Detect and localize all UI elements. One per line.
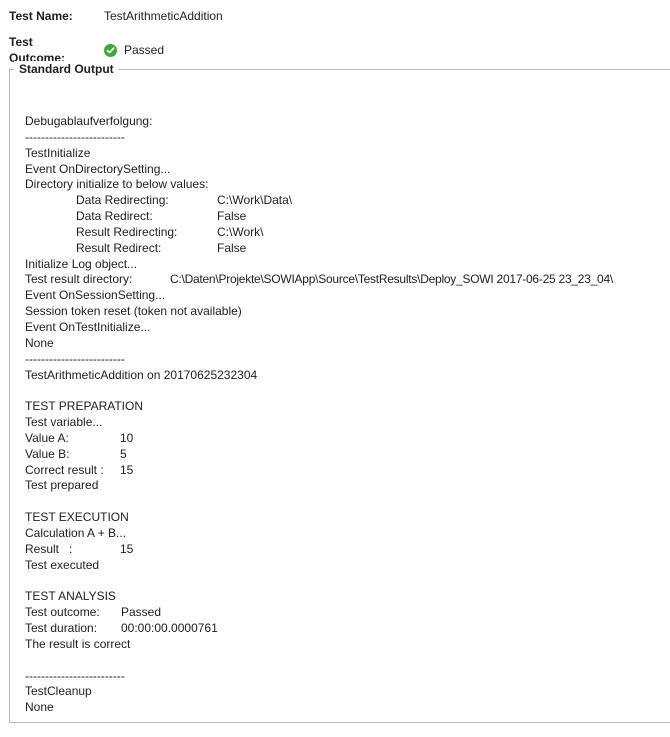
output-line: ------------------------- [25, 669, 257, 685]
none-text: None [25, 335, 54, 350]
output-line: Test prepared [25, 478, 257, 494]
test-outcome-value-wrapper: Passed [104, 42, 164, 58]
event-directory-setting: Event OnDirectorySetting... [25, 161, 171, 176]
test-cleanup: TestCleanup [25, 684, 92, 699]
output-line: TEST ANALYSIS [25, 589, 257, 605]
output-line: TestArithmeticAddition on 20170625232304 [25, 368, 257, 384]
output-line: Test variable... [25, 415, 257, 431]
correct-result-label: Correct result : [25, 462, 104, 477]
none-text: None [25, 700, 54, 715]
separator: ------------------------- [25, 668, 125, 683]
session-token-reset: Session token reset (token not available… [25, 304, 242, 319]
result-label: Result : [25, 541, 73, 556]
output-line: The result is correct [25, 637, 257, 653]
separator: ------------------------- [25, 351, 125, 366]
result-correct: The result is correct [25, 636, 131, 651]
output-line: Value A: 10 [25, 431, 257, 447]
output-line: ------------------------- [25, 130, 257, 146]
directory-initialize: Directory initialize to below values: [25, 177, 209, 192]
test-name-value: TestArithmeticAddition [104, 9, 223, 23]
data-redirecting-label: Data Redirecting: [76, 193, 169, 208]
test-outcome-output-value: Passed [121, 605, 162, 620]
output-line: Calculation A + B... [25, 526, 257, 542]
event-test-initialize: Event OnTestInitialize... [25, 319, 151, 334]
test-result-directory-value: C:\Daten\Projekte\SOWIApp\Source\TestRes… [170, 272, 613, 287]
output-line: Debugablaufverfolgung: [25, 114, 257, 130]
test-initialize: TestInitialize [25, 145, 91, 160]
output-line: Test duration: 00:00:00.0000761 [25, 621, 257, 637]
test-outcome-output-label: Test outcome: [25, 605, 100, 620]
output-line: Event OnSessionSetting... [25, 288, 257, 304]
debug-heading: Debugablaufverfolgung: [25, 114, 153, 128]
test-duration-label: Test duration: [25, 621, 98, 635]
output-line: Data Redirecting: C:\Work\Data\ [25, 193, 292, 209]
output-line: Test executed [25, 558, 257, 574]
result-redirect-label: Result Redirect: [76, 240, 162, 255]
test-outcome-value: Passed [124, 43, 165, 57]
calculation: Calculation A + B... [25, 525, 127, 540]
output-line: Test result directory: C:\Daten\Projekte… [25, 272, 613, 288]
result-value: 15 [120, 541, 134, 556]
value-a: 10 [120, 430, 134, 445]
value-b: 5 [120, 446, 127, 461]
output-line: Directory initialize to below values: [25, 177, 257, 193]
test-executed: Test executed [25, 557, 100, 572]
output-line: Correct result : 15 [25, 463, 257, 479]
value-a-label: Value A: [25, 430, 69, 445]
test-name-label: Test Name: [9, 9, 73, 23]
test-name-row: Test Name: TestArithmeticAddition [9, 8, 223, 24]
output-line: Test outcome: Passed [25, 605, 257, 621]
test-variable: Test variable... [25, 415, 103, 430]
output-line: TestInitialize [25, 146, 257, 162]
value-b-label: Value B: [25, 446, 70, 461]
separator: ------------------------- [25, 129, 125, 144]
output-line: Data Redirect: False [25, 209, 257, 225]
output-line: Result Redirecting: C:\Work\ [25, 224, 263, 241]
test-run-heading: TestArithmeticAddition on 20170625232304 [25, 367, 258, 382]
check-circle-icon [104, 43, 117, 57]
output-line: None [25, 700, 257, 716]
output-line: Session token reset (token not available… [25, 304, 257, 320]
test-execution-heading: TEST EXECUTION [25, 510, 129, 525]
test-preparation-heading: TEST PREPARATION [25, 399, 144, 414]
output-line: Initialize Log object... [25, 257, 257, 273]
output-line: Value B: 5 [25, 447, 257, 463]
test-duration-value: 00:00:00.0000761 [121, 621, 218, 635]
result-redirecting-value: C:\Work\ [217, 224, 264, 239]
correct-result: 15 [120, 462, 134, 477]
output-line: TEST EXECUTION [25, 510, 257, 526]
output-line: Event OnTestInitialize... [25, 320, 257, 336]
standard-output-title: Standard Output [14, 61, 119, 77]
output-line: TestCleanup [25, 684, 257, 700]
event-session-setting: Event OnSessionSetting... [25, 288, 166, 303]
output-line: None [25, 336, 257, 352]
test-prepared: Test prepared [25, 478, 99, 493]
test-analysis-heading: TEST ANALYSIS [25, 589, 116, 604]
result-redirect-value: False [217, 240, 247, 255]
output-line: TEST PREPARATION [25, 399, 257, 415]
data-redirect-value: False [217, 209, 247, 224]
output-line: ------------------------- [25, 352, 257, 368]
output-line: Event OnDirectorySetting... [25, 162, 257, 178]
data-redirecting-value: C:\Work\Data\ [217, 193, 293, 208]
output-line: Result : 15 [25, 542, 257, 558]
result-redirecting-label: Result Redirecting: [76, 224, 178, 239]
test-result-directory-label: Test result directory: [25, 272, 133, 287]
data-redirect-label: Data Redirect: [76, 209, 153, 224]
standard-output-text: Debugablaufverfolgung: -----------------… [25, 114, 613, 716]
initialize-log: Initialize Log object... [25, 256, 138, 271]
output-line: Result Redirect: False [25, 241, 257, 257]
